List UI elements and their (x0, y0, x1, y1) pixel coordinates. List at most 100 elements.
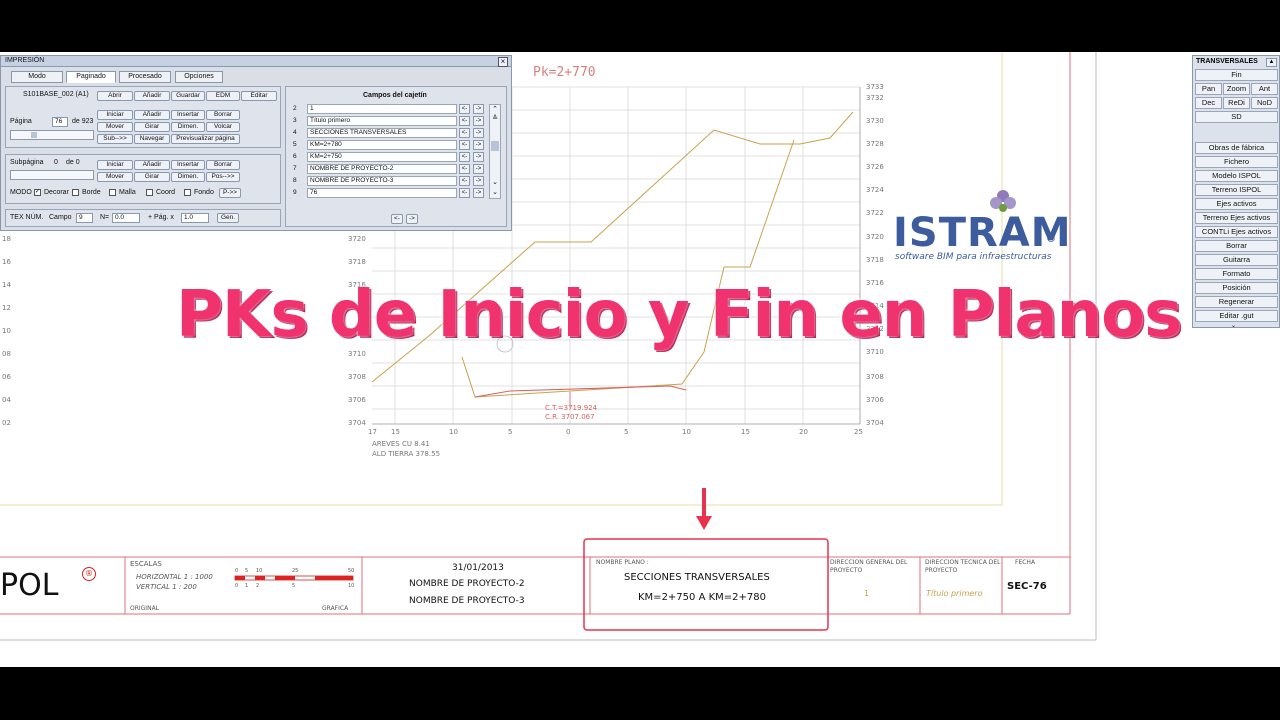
mover-button[interactable]: Mover (97, 122, 133, 132)
volcar-button[interactable]: Volcar (206, 122, 240, 132)
panel-item[interactable]: Formato (1195, 268, 1278, 280)
campo-right-button[interactable]: -> (473, 164, 484, 174)
campo-right-button[interactable]: -> (473, 152, 484, 162)
guardar-button[interactable]: Guardar (171, 91, 205, 101)
previsualizar-button[interactable]: Previsualizar página (171, 134, 240, 144)
campo-left-button[interactable]: <- (459, 140, 470, 150)
p-button[interactable]: P->> (219, 188, 241, 198)
campo-value[interactable]: NOMBRE DE PROYECTO-3 (307, 176, 457, 186)
campo-input[interactable]: 9 (76, 213, 93, 223)
campo-value[interactable]: Título primero (307, 116, 457, 126)
fin-button[interactable]: Fin (1195, 69, 1278, 81)
campo-left-button[interactable]: <- (459, 116, 470, 126)
panel-item[interactable]: Regenerar (1195, 296, 1278, 308)
collapse-icon[interactable]: ▲ (1266, 58, 1277, 67)
campo-left-button[interactable]: <- (459, 176, 470, 186)
editar-button[interactable]: Editar (241, 91, 277, 101)
girar-button[interactable]: Girar (134, 122, 170, 132)
campo-value[interactable]: 1 (307, 104, 457, 114)
scroll-bottom-icon[interactable]: ⌄ (490, 178, 500, 187)
subpagina-slider[interactable] (10, 170, 94, 180)
campos-scrollbar[interactable]: ⌃ ≙ ⌄ ⌄ (489, 104, 501, 199)
sub-girar-button[interactable]: Girar (134, 172, 170, 182)
panel-item[interactable]: Borrar (1195, 240, 1278, 252)
pagina-slider[interactable] (10, 130, 94, 140)
pag-input[interactable]: 1.0 (181, 213, 209, 223)
borde-checkbox[interactable] (72, 189, 79, 196)
campo-left-button[interactable]: <- (459, 152, 470, 162)
edm-button[interactable]: EDM (206, 91, 240, 101)
sub-iniciar-button[interactable]: Iniciar (97, 160, 133, 170)
campo-left-button[interactable]: <- (459, 104, 470, 114)
campo-right-button[interactable]: -> (473, 188, 484, 198)
pan-button[interactable]: Pan (1195, 83, 1222, 95)
scroll-thumb[interactable] (491, 141, 499, 151)
gen-button[interactable]: Gen. (217, 213, 239, 223)
campo-right-button[interactable]: -> (473, 128, 484, 138)
panel-item[interactable]: Ejes activos (1195, 198, 1278, 210)
sub-anadir-button[interactable]: Añadir (134, 160, 170, 170)
campo-value[interactable]: KM=2+780 (307, 140, 457, 150)
tab-modo[interactable]: Modo (11, 71, 63, 83)
sub-insertar-button[interactable]: Insertar (171, 160, 205, 170)
campo-value[interactable]: SECCIONES TRANSVERSALES (307, 128, 457, 138)
panel-item[interactable]: Fichero (1195, 156, 1278, 168)
borrar-button[interactable]: Borrar (206, 110, 240, 120)
n-input[interactable]: 0.0 (112, 213, 140, 223)
dec-button[interactable]: Dec (1195, 97, 1222, 109)
decorar-checkbox[interactable]: ✓ (34, 189, 41, 196)
campos-next-button[interactable]: -> (406, 214, 418, 224)
redi-button[interactable]: ReDi (1223, 97, 1250, 109)
nod-button[interactable]: NoD (1251, 97, 1278, 109)
anadir-file-button[interactable]: Añadir (134, 91, 170, 101)
panel-expand-icon[interactable]: ⌄ (1231, 322, 1236, 329)
navegar-button[interactable]: Navegar (134, 134, 170, 144)
sub-dimen-button[interactable]: Dimen. (171, 172, 205, 182)
campo-left-button[interactable]: <- (459, 128, 470, 138)
iniciar-button[interactable]: Iniciar (97, 110, 133, 120)
abrir-button[interactable]: Abrir (97, 91, 133, 101)
panel-item[interactable]: CONTLi Ejes activos (1195, 226, 1278, 238)
scroll-up-icon[interactable]: ⌃ (490, 105, 500, 114)
campo-value[interactable]: KM=2+750 (307, 152, 457, 162)
anadir-button[interactable]: Añadir (134, 110, 170, 120)
panel-item[interactable]: Guitarra (1195, 254, 1278, 266)
panel-item[interactable]: Editar .gut (1195, 310, 1278, 322)
tab-opciones[interactable]: Opciones (175, 71, 223, 83)
scroll-down-icon[interactable]: ⌄ (490, 188, 500, 197)
panel-title: TRANSVERSALES (1196, 58, 1258, 65)
malla-checkbox[interactable] (109, 189, 116, 196)
fondo-checkbox[interactable] (184, 189, 191, 196)
sd-button[interactable]: SD (1195, 111, 1278, 123)
tab-procesado[interactable]: Procesado (119, 71, 171, 83)
campo-right-button[interactable]: -> (473, 140, 484, 150)
campo-value[interactable]: NOMBRE DE PROYECTO-2 (307, 164, 457, 174)
campo-left-button[interactable]: <- (459, 188, 470, 198)
dimen-button[interactable]: Dimen. (171, 122, 205, 132)
panel-item[interactable]: Terreno ISPOL (1195, 184, 1278, 196)
campo-right-button[interactable]: -> (473, 116, 484, 126)
zoom-button[interactable]: Zoom (1223, 83, 1250, 95)
insertar-button[interactable]: Insertar (171, 110, 205, 120)
close-icon[interactable]: × (498, 57, 508, 67)
cad-viewport[interactable]: Pk=2+770 3733 3732 3730 3728 3726 3724 3722 372… (0, 52, 1280, 667)
tab-paginado[interactable]: Paginado (66, 71, 116, 83)
sub-button[interactable]: Sub-->> (97, 134, 133, 144)
campos-prev-button[interactable]: <- (391, 214, 403, 224)
panel-item[interactable]: Obras de fábrica (1195, 142, 1278, 154)
panel-item[interactable]: Modelo ISPOL (1195, 170, 1278, 182)
campo-right-button[interactable]: -> (473, 176, 484, 186)
dir-general-value: 1 (864, 589, 870, 598)
pagina-input[interactable]: 76 (52, 117, 68, 127)
pos-button[interactable]: Pos-->> (206, 172, 240, 182)
campo-left-button[interactable]: <- (459, 164, 470, 174)
sub-borrar-button[interactable]: Borrar (206, 160, 240, 170)
panel-item[interactable]: Posición (1195, 282, 1278, 294)
sub-mover-button[interactable]: Mover (97, 172, 133, 182)
campo-value[interactable]: 76 (307, 188, 457, 198)
coord-checkbox[interactable] (146, 189, 153, 196)
panel-item[interactable]: Terreno Ejes activos (1195, 212, 1278, 224)
scroll-top-icon[interactable]: ≙ (490, 114, 500, 123)
ant-button[interactable]: Ant (1251, 83, 1278, 95)
campo-right-button[interactable]: -> (473, 104, 484, 114)
